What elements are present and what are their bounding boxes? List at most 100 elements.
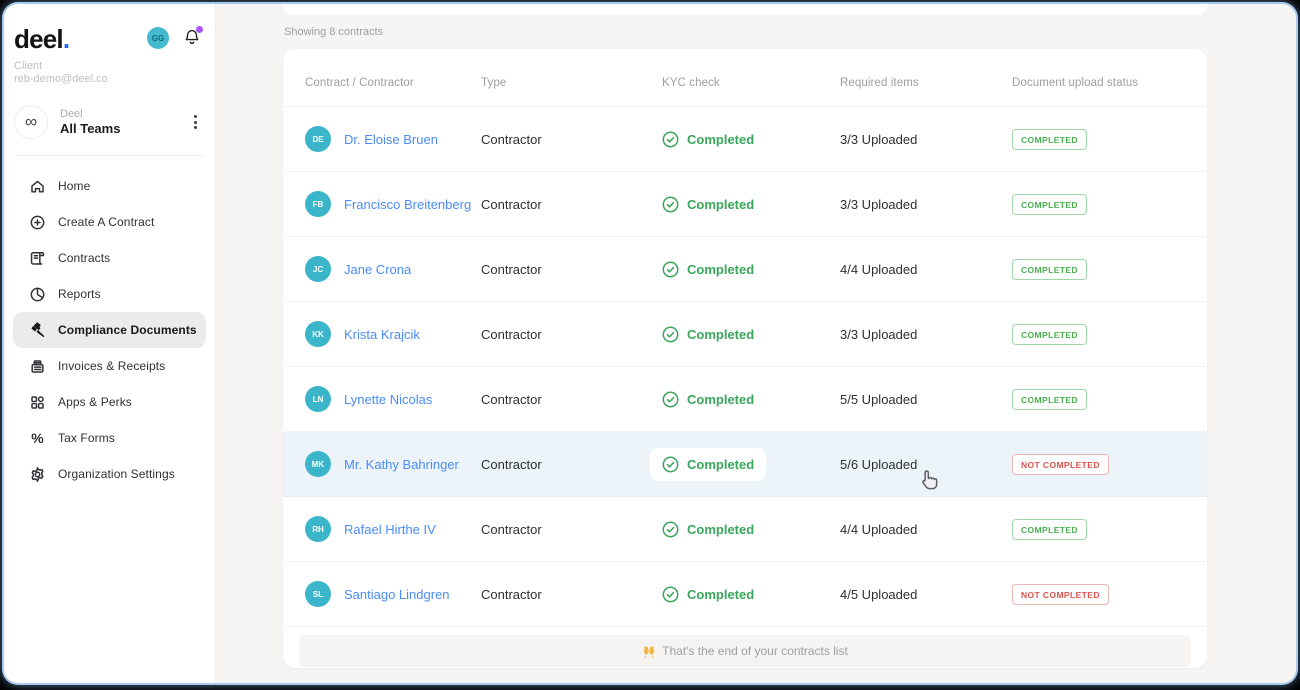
required-items-count: 3/3 Uploaded — [840, 132, 1012, 147]
contractor-name-link[interactable]: Rafael Hirthe IV — [344, 522, 436, 537]
team-switcher[interactable]: ∞ Deel All Teams — [14, 105, 205, 139]
contractor-avatar: SL — [305, 581, 331, 607]
contract-type: Contractor — [481, 522, 662, 537]
raising-hands-icon — [642, 645, 656, 658]
sidebar-item-compliance-gavel[interactable]: Compliance Documents — [13, 312, 206, 348]
column-header-type: Type — [481, 77, 662, 89]
contractor-name-link[interactable]: Santiago Lindgren — [344, 587, 450, 602]
kyc-status-text: Completed — [687, 457, 754, 472]
sidebar-item-label: Organization Settings — [58, 467, 175, 481]
upload-status-badge: COMPLETED — [1012, 259, 1087, 280]
sidebar-item-label: Home — [58, 179, 90, 193]
upload-status-badge: COMPLETED — [1012, 324, 1087, 345]
upload-status-badge: COMPLETED — [1012, 129, 1087, 150]
kyc-status-text: Completed — [687, 587, 754, 602]
sidebar: deel. GG Client reb-demo@deel.co ∞ Deel … — [4, 4, 216, 683]
team-menu-kebab-icon[interactable] — [186, 111, 205, 133]
reports-icon — [29, 286, 46, 303]
sidebar-item-invoices[interactable]: Invoices & Receipts — [13, 348, 206, 384]
contractor-avatar: RH — [305, 516, 331, 542]
required-items-count: 4/5 Uploaded — [840, 587, 1012, 602]
contractor-avatar: KK — [305, 321, 331, 347]
check-circle-icon — [662, 521, 679, 538]
contract-type: Contractor — [481, 457, 662, 472]
sidebar-item-label: Create A Contract — [58, 215, 154, 229]
table-row[interactable]: JC Jane Crona Contractor Completed 4/4 U… — [283, 237, 1207, 302]
contract-type: Contractor — [481, 327, 662, 342]
home-icon — [29, 178, 46, 195]
contractor-name-link[interactable]: Jane Crona — [344, 262, 411, 277]
kyc-status-text: Completed — [687, 132, 754, 147]
contractor-name-link[interactable]: Dr. Eloise Bruen — [344, 132, 438, 147]
required-items-count: 5/6 Uploaded — [840, 457, 1012, 472]
sidebar-item-settings-gear[interactable]: Organization Settings — [13, 456, 206, 492]
contracts-table-card: Contract / Contractor Type KYC check Req… — [283, 49, 1207, 668]
contractor-name-link[interactable]: Francisco Breitenberg — [344, 197, 471, 212]
column-header-kyc: KYC check — [662, 77, 840, 89]
user-avatar[interactable]: GG — [147, 27, 169, 49]
team-name: All Teams — [60, 121, 186, 136]
deel-logo: deel. — [14, 26, 69, 52]
table-row[interactable]: FB Francisco Breitenberg Contractor Comp… — [283, 172, 1207, 237]
upload-status-badge: NOT COMPLETED — [1012, 454, 1109, 475]
check-circle-icon — [662, 456, 679, 473]
sidebar-item-label: Invoices & Receipts — [58, 359, 165, 373]
sidebar-item-home[interactable]: Home — [13, 168, 206, 204]
contract-type: Contractor — [481, 132, 662, 147]
upload-status-badge: NOT COMPLETED — [1012, 584, 1109, 605]
table-row[interactable]: RH Rafael Hirthe IV Contractor Completed… — [283, 497, 1207, 562]
showing-contracts-count: Showing 8 contracts — [284, 26, 383, 38]
contract-type: Contractor — [481, 587, 662, 602]
required-items-count: 4/4 Uploaded — [840, 522, 1012, 537]
contracts-icon — [29, 250, 46, 267]
search-bar-remnant — [283, 4, 1207, 15]
table-row[interactable]: DE Dr. Eloise Bruen Contractor Completed… — [283, 107, 1207, 172]
check-circle-icon — [662, 326, 679, 343]
check-circle-icon — [662, 391, 679, 408]
sidebar-item-label: Compliance Documents — [58, 323, 197, 337]
kyc-status-text: Completed — [687, 392, 754, 407]
table-header-row: Contract / Contractor Type KYC check Req… — [283, 49, 1207, 107]
table-row[interactable]: MK Mr. Kathy Bahringer Contractor Comple… — [283, 432, 1207, 497]
sidebar-item-reports[interactable]: Reports — [13, 276, 206, 312]
settings-gear-icon — [29, 466, 46, 483]
contractor-avatar: FB — [305, 191, 331, 217]
client-role-label: Client — [4, 52, 215, 72]
sidebar-item-label: Tax Forms — [58, 431, 115, 445]
infinity-icon: ∞ — [14, 105, 48, 139]
invoices-icon — [29, 358, 46, 375]
create-contract-icon — [29, 214, 46, 231]
app-window: deel. GG Client reb-demo@deel.co ∞ Deel … — [4, 4, 1296, 683]
kyc-status-text: Completed — [687, 522, 754, 537]
table-row[interactable]: SL Santiago Lindgren Contractor Complete… — [283, 562, 1207, 627]
contract-type: Contractor — [481, 197, 662, 212]
apps-grid-icon — [29, 394, 46, 411]
contractor-name-link[interactable]: Lynette Nicolas — [344, 392, 432, 407]
main-content: Showing 8 contracts Contract / Contracto… — [216, 4, 1296, 683]
end-of-list-text: That's the end of your contracts list — [662, 644, 848, 658]
check-circle-icon — [662, 131, 679, 148]
sidebar-item-contracts[interactable]: Contracts — [13, 240, 206, 276]
compliance-gavel-icon — [29, 322, 46, 339]
tax-percent-icon: % — [29, 430, 46, 447]
contractor-name-link[interactable]: Krista Krajcik — [344, 327, 420, 342]
sidebar-item-tax-percent[interactable]: % Tax Forms — [13, 420, 206, 456]
sidebar-item-label: Contracts — [58, 251, 110, 265]
table-row[interactable]: KK Krista Krajcik Contractor Completed 3… — [283, 302, 1207, 367]
check-circle-icon — [662, 261, 679, 278]
kyc-status-text: Completed — [687, 197, 754, 212]
required-items-count: 3/3 Uploaded — [840, 327, 1012, 342]
contractor-avatar: DE — [305, 126, 331, 152]
sidebar-item-create-contract[interactable]: Create A Contract — [13, 204, 206, 240]
contractor-avatar: JC — [305, 256, 331, 282]
contractor-avatar: LN — [305, 386, 331, 412]
sidebar-item-apps-grid[interactable]: Apps & Perks — [13, 384, 206, 420]
required-items-count: 3/3 Uploaded — [840, 197, 1012, 212]
column-header-upload-status: Document upload status — [1012, 77, 1207, 89]
contract-type: Contractor — [481, 392, 662, 407]
notifications-bell-icon[interactable] — [183, 28, 201, 51]
contractor-name-link[interactable]: Mr. Kathy Bahringer — [344, 457, 459, 472]
end-of-list-banner: That's the end of your contracts list — [299, 635, 1191, 667]
required-items-count: 4/4 Uploaded — [840, 262, 1012, 277]
table-row[interactable]: LN Lynette Nicolas Contractor Completed … — [283, 367, 1207, 432]
